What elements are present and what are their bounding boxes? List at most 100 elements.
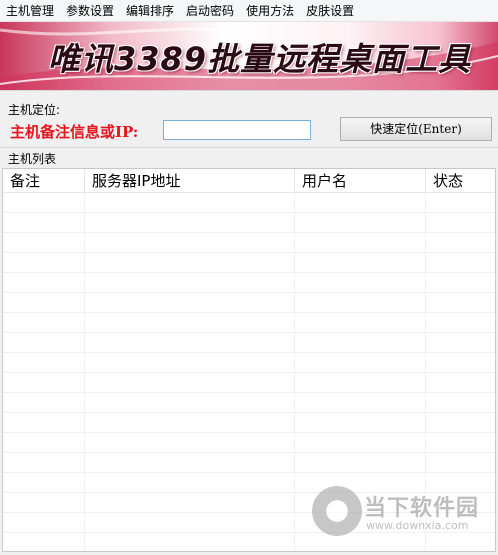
table-cell (295, 393, 426, 413)
menu-usage-help[interactable]: 使用方法 (240, 0, 300, 22)
table-cell (295, 213, 426, 233)
table-row[interactable] (3, 253, 495, 273)
table-cell (426, 273, 495, 293)
table-cell (295, 453, 426, 473)
table-cell (3, 453, 85, 473)
table-cell (426, 193, 495, 213)
table-cell (295, 313, 426, 333)
table-cell (85, 313, 295, 333)
table-cell (3, 513, 85, 533)
table-cell (3, 313, 85, 333)
table-cell (295, 433, 426, 453)
menu-startup-password[interactable]: 启动密码 (180, 0, 240, 22)
table-cell (3, 333, 85, 353)
table-cell (426, 253, 495, 273)
table-cell (85, 513, 295, 533)
table-cell (426, 433, 495, 453)
table-cell (3, 353, 85, 373)
divider (0, 90, 498, 91)
table-cell (295, 413, 426, 433)
banner-title: 唯讯3389批量远程桌面工具 (48, 40, 472, 78)
table-row[interactable] (3, 333, 495, 353)
app-banner: 唯讯3389批量远程桌面工具 (0, 22, 498, 90)
table-cell (85, 193, 295, 213)
watermark-name: 当下软件园 (364, 496, 480, 521)
table-cell (295, 353, 426, 373)
table-cell (85, 213, 295, 233)
table-cell (85, 353, 295, 373)
table-row[interactable] (3, 233, 495, 253)
table-cell (3, 393, 85, 413)
table-cell (85, 373, 295, 393)
table-cell (426, 393, 495, 413)
host-locate-input[interactable] (163, 120, 311, 140)
quick-locate-button[interactable]: 快速定位(Enter) (340, 117, 492, 141)
table-cell (3, 433, 85, 453)
table-header: 备注 服务器IP地址 用户名 状态 (3, 169, 495, 193)
column-header-server-ip[interactable]: 服务器IP地址 (85, 169, 295, 193)
table-cell (3, 193, 85, 213)
table-cell (426, 453, 495, 473)
table-cell (85, 293, 295, 313)
table-row[interactable] (3, 393, 495, 413)
table-cell (295, 333, 426, 353)
table-cell (426, 373, 495, 393)
table-cell (3, 373, 85, 393)
table-cell (85, 253, 295, 273)
table-row[interactable] (3, 433, 495, 453)
column-header-username[interactable]: 用户名 (295, 169, 426, 193)
table-row[interactable] (3, 413, 495, 433)
table-cell (3, 533, 85, 551)
table-cell (295, 233, 426, 253)
table-cell (295, 253, 426, 273)
menu-host-management[interactable]: 主机管理 (0, 0, 60, 22)
table-row[interactable] (3, 273, 495, 293)
table-cell (426, 293, 495, 313)
table-cell (85, 533, 295, 551)
table-cell (3, 273, 85, 293)
table-cell (85, 413, 295, 433)
table-row[interactable] (3, 453, 495, 473)
table-cell (426, 233, 495, 253)
table-cell (295, 373, 426, 393)
table-cell (3, 493, 85, 513)
watermark-logo-icon (312, 486, 362, 536)
column-header-status[interactable]: 状态 (426, 169, 495, 193)
table-cell (85, 233, 295, 253)
host-locate-group-label: 主机定位: (8, 103, 61, 117)
table-cell (85, 273, 295, 293)
watermark: 当下软件园 www.downxia.com (312, 486, 492, 542)
table-cell (3, 233, 85, 253)
table-cell (426, 413, 495, 433)
table-cell (85, 433, 295, 453)
table-row[interactable] (3, 373, 495, 393)
menu-bar: 主机管理 参数设置 编辑排序 启动密码 使用方法 皮肤设置 (0, 0, 498, 22)
table-cell (3, 413, 85, 433)
table-cell (85, 333, 295, 353)
table-row[interactable] (3, 213, 495, 233)
table-row[interactable] (3, 353, 495, 373)
table-cell (85, 473, 295, 493)
host-list-group-label: 主机列表 (8, 152, 57, 166)
table-cell (3, 213, 85, 233)
table-cell (426, 333, 495, 353)
table-cell (426, 313, 495, 333)
divider (0, 147, 498, 148)
table-cell (295, 193, 426, 213)
table-cell (85, 493, 295, 513)
menu-edit-sort[interactable]: 编辑排序 (120, 0, 180, 22)
table-cell (3, 473, 85, 493)
column-header-note[interactable]: 备注 (3, 169, 85, 193)
menu-skin-settings[interactable]: 皮肤设置 (300, 0, 360, 22)
table-cell (85, 453, 295, 473)
table-cell (3, 253, 85, 273)
watermark-url: www.downxia.com (366, 519, 469, 532)
table-row[interactable] (3, 193, 495, 213)
menu-parameter-settings[interactable]: 参数设置 (60, 0, 120, 22)
table-row[interactable] (3, 313, 495, 333)
table-cell (426, 213, 495, 233)
table-row[interactable] (3, 293, 495, 313)
host-locate-field-label: 主机备注信息或IP: (10, 123, 139, 141)
table-cell (295, 293, 426, 313)
table-cell (85, 393, 295, 413)
